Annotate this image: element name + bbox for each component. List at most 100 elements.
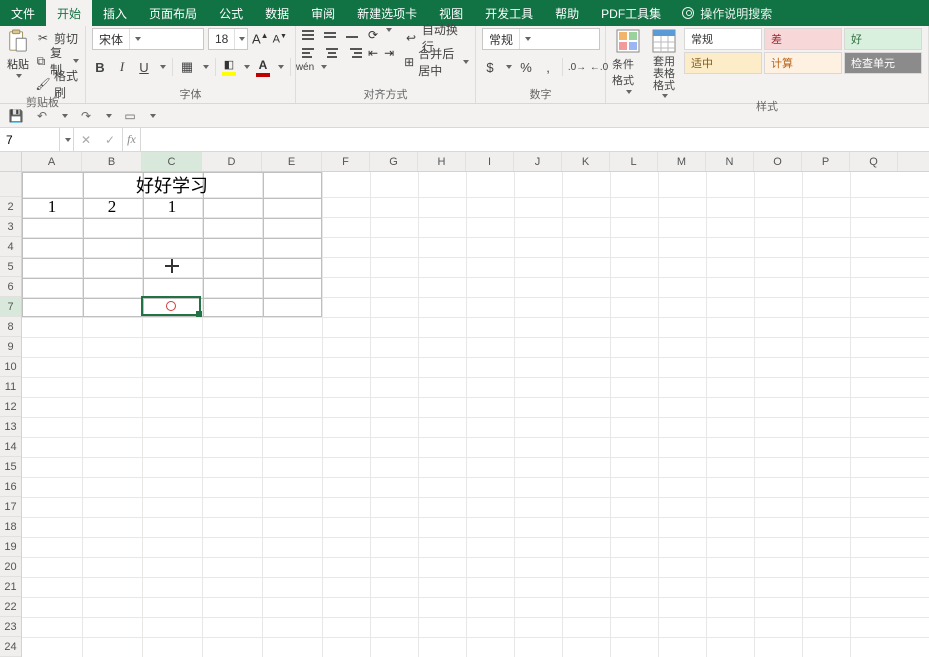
row-header-10[interactable]: 10 xyxy=(0,357,21,377)
style-normal[interactable]: 常规 xyxy=(684,28,762,50)
column-headers[interactable]: ABCDEFGHIJKLMNOPQ xyxy=(22,152,929,172)
chevron-down-icon[interactable] xyxy=(65,138,71,142)
increase-decimal-button[interactable]: .0→ xyxy=(569,58,585,76)
style-check[interactable]: 检查单元 xyxy=(844,52,922,74)
style-neutral[interactable]: 适中 xyxy=(684,52,762,74)
col-header-A[interactable]: A xyxy=(22,152,82,171)
col-header-N[interactable]: N xyxy=(706,152,754,171)
tab-help[interactable]: 帮助 xyxy=(544,0,590,26)
row-header-7[interactable]: 7 xyxy=(0,297,21,317)
row-header-1[interactable] xyxy=(0,172,21,197)
fill-color-button[interactable]: ◧ xyxy=(222,58,236,76)
font-color-button[interactable]: A xyxy=(256,58,270,77)
format-as-table-button[interactable]: 套用 表格格式 xyxy=(648,28,680,98)
col-header-B[interactable]: B xyxy=(82,152,142,171)
row-header-20[interactable]: 20 xyxy=(0,557,21,577)
row-header-12[interactable]: 12 xyxy=(0,397,21,417)
save-button[interactable]: 💾 xyxy=(8,108,24,124)
align-right-button[interactable] xyxy=(346,46,362,60)
cell-styles-gallery[interactable]: 常规 差 好 适中 计算 检查单元 xyxy=(684,28,922,74)
row-header-22[interactable]: 22 xyxy=(0,597,21,617)
tab-formulas[interactable]: 公式 xyxy=(208,0,254,26)
accept-formula-button[interactable]: ✓ xyxy=(98,128,122,151)
paste-button[interactable]: 粘贴 xyxy=(6,28,30,78)
col-header-G[interactable]: G xyxy=(370,152,418,171)
cell-C1[interactable]: 好好学习 xyxy=(102,172,242,197)
accounting-format-button[interactable]: $ xyxy=(482,58,498,76)
align-bottom-button[interactable] xyxy=(346,28,362,42)
conditional-formatting-button[interactable]: 条件格式 xyxy=(612,28,644,94)
tab-home[interactable]: 开始 xyxy=(46,0,92,26)
tab-developer[interactable]: 开发工具 xyxy=(474,0,544,26)
row-header-18[interactable]: 18 xyxy=(0,517,21,537)
cell-A2[interactable]: 1 xyxy=(22,197,82,217)
name-box-input[interactable] xyxy=(0,133,59,147)
redo-button[interactable]: ↷ xyxy=(78,108,94,124)
tab-page-layout[interactable]: 页面布局 xyxy=(138,0,208,26)
col-header-E[interactable]: E xyxy=(262,152,322,171)
style-calc[interactable]: 计算 xyxy=(764,52,842,74)
comma-button[interactable]: , xyxy=(540,58,556,76)
row-header-4[interactable]: 4 xyxy=(0,237,21,257)
row-header-5[interactable]: 5 xyxy=(0,257,21,277)
row-header-8[interactable]: 8 xyxy=(0,317,21,337)
row-header-17[interactable]: 17 xyxy=(0,497,21,517)
col-header-K[interactable]: K xyxy=(562,152,610,171)
align-center-button[interactable] xyxy=(324,46,340,60)
col-header-D[interactable]: D xyxy=(202,152,262,171)
col-header-H[interactable]: H xyxy=(418,152,466,171)
percent-button[interactable]: % xyxy=(518,58,534,76)
cells-area[interactable]: 好好学习121 xyxy=(22,172,929,657)
align-top-button[interactable] xyxy=(302,28,318,42)
row-header-6[interactable]: 6 xyxy=(0,277,21,297)
number-format-combo[interactable]: 常规 xyxy=(482,28,600,50)
col-header-J[interactable]: J xyxy=(514,152,562,171)
formula-input[interactable] xyxy=(141,128,929,151)
row-header-16[interactable]: 16 xyxy=(0,477,21,497)
style-good[interactable]: 好 xyxy=(844,28,922,50)
decrease-indent-button[interactable]: ⇤ xyxy=(368,46,378,60)
row-header-11[interactable]: 11 xyxy=(0,377,21,397)
row-header-9[interactable]: 9 xyxy=(0,337,21,357)
increase-font-button[interactable]: A▲ xyxy=(252,31,269,46)
undo-button[interactable]: ↶ xyxy=(34,108,50,124)
select-all-corner[interactable] xyxy=(0,152,22,172)
col-header-C[interactable]: C xyxy=(142,152,202,171)
cell-B2[interactable]: 2 xyxy=(82,197,142,217)
fx-label[interactable]: fx xyxy=(123,128,141,151)
row-header-21[interactable]: 21 xyxy=(0,577,21,597)
row-headers[interactable]: 23456789101112131415161718192021222324 xyxy=(0,172,22,657)
col-header-L[interactable]: L xyxy=(610,152,658,171)
col-header-P[interactable]: P xyxy=(802,152,850,171)
merge-center-button[interactable]: ⊞ 合并后居中 xyxy=(404,52,469,72)
border-button[interactable]: ▦ xyxy=(179,58,195,76)
tab-pdf-tools[interactable]: PDF工具集 xyxy=(590,0,672,26)
row-header-3[interactable]: 3 xyxy=(0,217,21,237)
tell-me-search[interactable]: 操作说明搜索 xyxy=(672,0,782,26)
row-header-13[interactable]: 13 xyxy=(0,417,21,437)
align-left-button[interactable] xyxy=(302,46,318,60)
row-header-2[interactable]: 2 xyxy=(0,197,21,217)
tab-review[interactable]: 审阅 xyxy=(300,0,346,26)
row-header-19[interactable]: 19 xyxy=(0,537,21,557)
row-header-14[interactable]: 14 xyxy=(0,437,21,457)
col-header-O[interactable]: O xyxy=(754,152,802,171)
decrease-font-button[interactable]: A▼ xyxy=(273,33,287,46)
col-header-F[interactable]: F xyxy=(322,152,370,171)
decrease-decimal-button[interactable]: ←.0 xyxy=(591,58,607,76)
tab-new[interactable]: 新建选项卡 xyxy=(346,0,428,26)
orientation-button[interactable]: ⟳ xyxy=(368,28,378,42)
row-header-24[interactable]: 24 xyxy=(0,637,21,657)
align-middle-button[interactable] xyxy=(324,28,340,42)
format-painter-button[interactable]: 🖌 格式刷 xyxy=(36,74,79,94)
col-header-Q[interactable]: Q xyxy=(850,152,898,171)
tab-insert[interactable]: 插入 xyxy=(92,0,138,26)
font-name-combo[interactable]: 宋体 xyxy=(92,28,204,50)
underline-button[interactable]: U xyxy=(136,58,152,76)
italic-button[interactable]: I xyxy=(114,58,130,76)
tab-data[interactable]: 数据 xyxy=(254,0,300,26)
row-header-23[interactable]: 23 xyxy=(0,617,21,637)
name-box[interactable] xyxy=(0,128,60,151)
bold-button[interactable]: B xyxy=(92,58,108,76)
tab-file[interactable]: 文件 xyxy=(0,0,46,26)
